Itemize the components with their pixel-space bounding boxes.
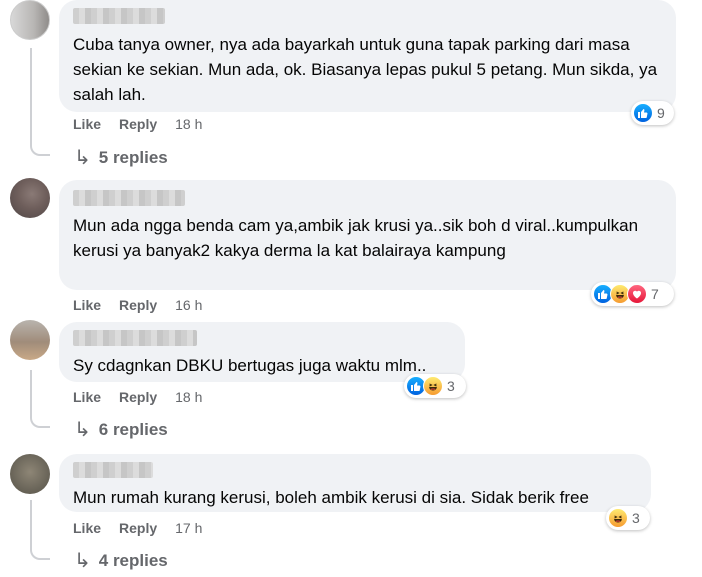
like-button[interactable]: Like <box>73 297 101 313</box>
comment-bubble: Sy cdagnkan DBKU bertugas juga waktu mlm… <box>59 322 465 382</box>
comment-timestamp[interactable]: 16 h <box>175 297 202 313</box>
comment-text: Sy cdagnkan DBKU bertugas juga waktu mlm… <box>73 356 427 375</box>
commenter-avatar[interactable] <box>10 320 50 360</box>
reply-button[interactable]: Reply <box>119 389 157 405</box>
reaction-count: 9 <box>657 105 665 121</box>
reply-arrow-icon: ↳ <box>74 550 91 572</box>
love-reaction-icon <box>627 284 647 304</box>
replies-count-label: 6 replies <box>98 419 168 439</box>
blurred-commenter-name[interactable] <box>73 8 165 24</box>
like-button[interactable]: Like <box>73 116 101 132</box>
view-replies-button[interactable]: ↳ 6 replies <box>74 417 168 442</box>
comment-actions: Like Reply 16 h <box>73 297 202 313</box>
commenter-avatar[interactable] <box>10 178 50 218</box>
reply-button[interactable]: Reply <box>119 297 157 313</box>
replies-count-label: 4 replies <box>98 550 168 570</box>
reaction-count: 7 <box>651 286 659 302</box>
commenter-avatar[interactable] <box>10 454 50 494</box>
comment-bubble: Mun ada ngga benda cam ya,ambik jak krus… <box>59 180 676 290</box>
like-reaction-icon <box>633 103 653 123</box>
comment-text: Cuba tanya owner, nya ada bayarkah untuk… <box>73 35 658 104</box>
like-button[interactable]: Like <box>73 389 101 405</box>
replies-count-label: 5 replies <box>98 147 168 167</box>
comment-bubble: Cuba tanya owner, nya ada bayarkah untuk… <box>59 0 676 112</box>
view-replies-button[interactable]: ↳ 4 replies <box>74 548 168 573</box>
reaction-summary[interactable]: 9 <box>631 101 674 125</box>
blurred-commenter-name[interactable] <box>73 462 153 478</box>
comment-timestamp[interactable]: 17 h <box>175 520 202 536</box>
haha-reaction-icon <box>423 376 443 396</box>
blurred-commenter-name[interactable] <box>73 190 185 206</box>
reaction-count: 3 <box>632 510 640 526</box>
reaction-summary[interactable]: 7 <box>591 282 674 306</box>
haha-reaction-icon <box>608 508 628 528</box>
reply-arrow-icon: ↳ <box>74 147 91 169</box>
comment-timestamp[interactable]: 18 h <box>175 389 202 405</box>
reaction-summary[interactable]: 3 <box>606 506 650 530</box>
comment-bubble: Mun rumah kurang kerusi, boleh ambik ker… <box>59 454 651 512</box>
comment-actions: Like Reply 18 h <box>73 116 202 132</box>
comment-timestamp[interactable]: 18 h <box>175 116 202 132</box>
comment-text: Mun rumah kurang kerusi, boleh ambik ker… <box>73 488 589 507</box>
blurred-commenter-name[interactable] <box>73 330 197 346</box>
reply-arrow-icon: ↳ <box>74 419 91 441</box>
reaction-summary[interactable]: 3 <box>404 374 466 398</box>
reaction-count: 3 <box>447 378 455 394</box>
like-button[interactable]: Like <box>73 520 101 536</box>
commenter-avatar[interactable] <box>10 0 50 40</box>
reply-thread-line <box>30 370 50 428</box>
comment-actions: Like Reply 17 h <box>73 520 202 536</box>
reply-button[interactable]: Reply <box>119 116 157 132</box>
reply-thread-line <box>30 500 50 560</box>
comment-text: Mun ada ngga benda cam ya,ambik jak krus… <box>73 216 639 260</box>
comment-actions: Like Reply 18 h <box>73 389 202 405</box>
reply-thread-line <box>30 48 50 156</box>
view-replies-button[interactable]: ↳ 5 replies <box>74 145 168 170</box>
reply-button[interactable]: Reply <box>119 520 157 536</box>
